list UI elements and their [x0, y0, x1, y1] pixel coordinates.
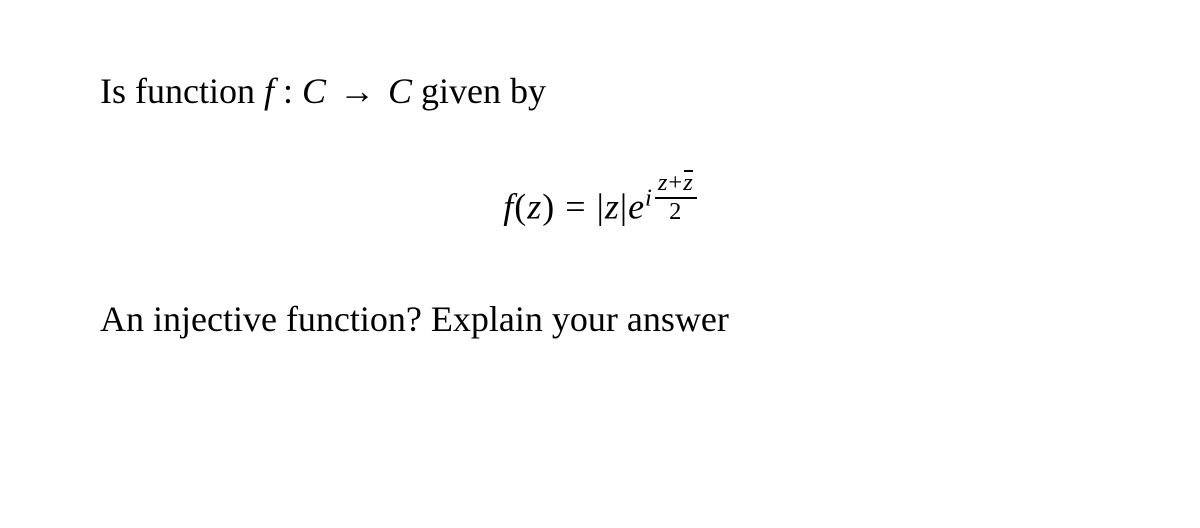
eq-num-zbar: z: [683, 170, 694, 197]
eq-z-abs: z: [605, 187, 620, 227]
text-is-function: Is function: [100, 71, 264, 111]
eq-fraction: z+z2: [655, 170, 697, 226]
colon: :: [274, 71, 302, 111]
eq-i: i: [645, 185, 653, 212]
eq-exponent: iz+z2: [645, 172, 697, 228]
symbol-C-codomain: C: [388, 71, 412, 111]
eq-denominator: 2: [655, 199, 697, 226]
eq-num-z: z: [658, 169, 669, 196]
eq-paren-close: ): [542, 187, 555, 227]
symbol-f: f: [264, 71, 274, 111]
text-injective-question: An injective function? Explain your answ…: [100, 299, 729, 339]
eq-numerator: z+z: [655, 170, 697, 199]
space: [379, 71, 388, 111]
eq-f: f: [503, 187, 514, 227]
eq-abs-close: |: [620, 187, 628, 227]
question-line-1: Is function f : C → C given by: [100, 70, 1100, 112]
eq-e: e: [628, 187, 645, 227]
equation: f(z) = |z|eiz+z2: [503, 172, 696, 228]
question-line-3: An injective function? Explain your answ…: [100, 298, 1100, 340]
eq-paren-open: (: [514, 187, 527, 227]
eq-abs-open: |: [597, 187, 605, 227]
arrow-icon: →: [339, 71, 375, 111]
eq-equals: =: [555, 187, 596, 227]
space: [326, 71, 335, 111]
eq-z-arg: z: [527, 187, 542, 227]
symbol-C-domain: C: [302, 71, 326, 111]
equation-line: f(z) = |z|eiz+z2: [100, 172, 1100, 228]
text-given-by: given by: [412, 71, 546, 111]
eq-plus: +: [668, 169, 683, 196]
